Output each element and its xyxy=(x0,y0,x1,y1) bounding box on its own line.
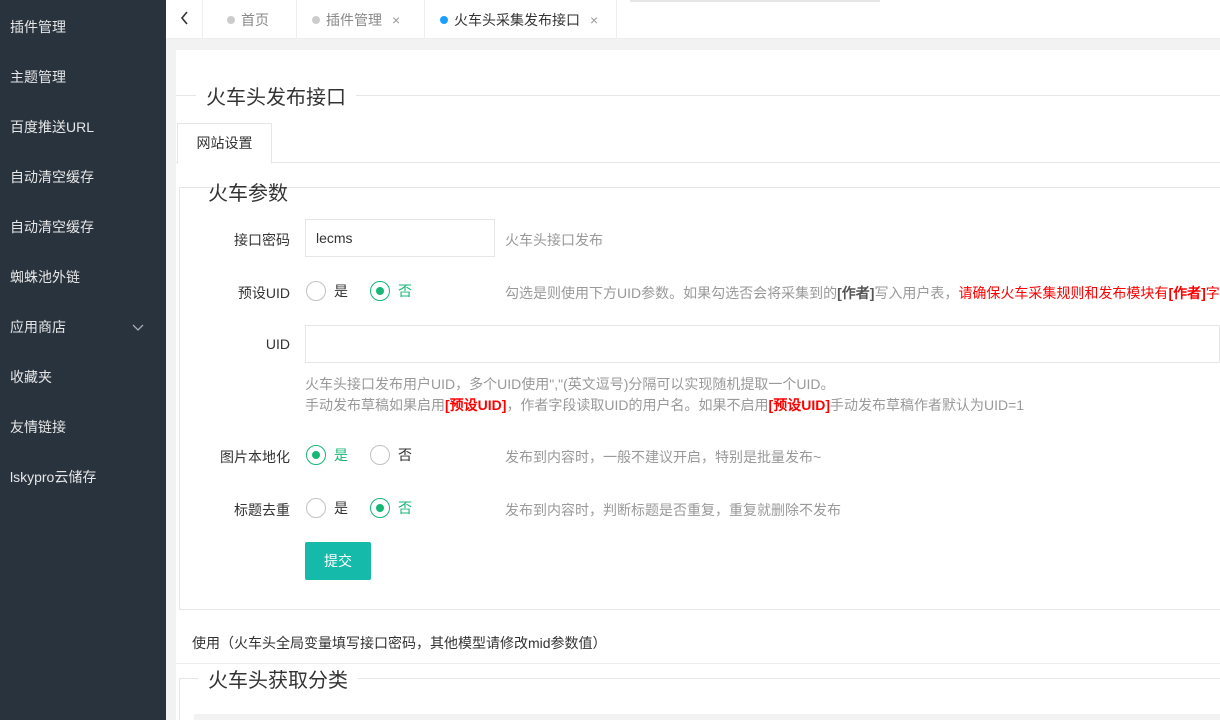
tab-list: 首页 插件管理 × 火车头采集发布接口 × xyxy=(203,0,617,39)
radio-circle xyxy=(306,498,326,518)
image-local-label: 图片本地化 xyxy=(220,449,290,465)
preset-uid-radio-no[interactable]: 否 xyxy=(370,281,412,301)
sidebar-item-label: 收藏夹 xyxy=(10,369,52,385)
sidebar-item-friend-links[interactable]: 友情链接 xyxy=(0,402,166,452)
title-dedup-radio-no[interactable]: 否 xyxy=(370,498,412,518)
image-local-hint: 发布到内容时，一般不建议开启，特别是批量发布~ xyxy=(505,449,822,465)
tab-home[interactable]: 首页 xyxy=(203,0,297,39)
sidebar-item-spider-pool[interactable]: 蜘蛛池外链 xyxy=(0,252,166,302)
tab-label: 火车头采集发布接口 xyxy=(454,11,580,28)
sidebar-item-label: 友情链接 xyxy=(10,419,66,435)
chevron-down-icon xyxy=(132,302,144,352)
radio-label: 是 xyxy=(334,447,348,463)
radio-circle xyxy=(306,281,326,301)
title-dedup-label: 标题去重 xyxy=(234,502,290,518)
tab-back-button[interactable] xyxy=(166,0,203,39)
uid-input[interactable] xyxy=(305,325,1220,363)
tab-locomotive-publish[interactable]: 火车头采集发布接口 × xyxy=(425,0,617,39)
sidebar: 插件管理 主题管理 百度推送URL 自动清空缓存 自动清空缓存 蜘蛛池外链 应用… xyxy=(0,0,166,720)
radio-circle xyxy=(370,281,390,301)
radio-label: 否 xyxy=(398,500,412,516)
radio-circle xyxy=(306,445,326,465)
tab-label: 首页 xyxy=(241,11,269,28)
sidebar-item-label: 插件管理 xyxy=(10,19,66,35)
section-legend: 火车参数 xyxy=(198,177,1220,206)
sidebar-item-plugin-manage[interactable]: 插件管理 xyxy=(0,0,166,52)
image-local-radio-yes[interactable]: 是 xyxy=(306,445,348,465)
section-title: 火车参数 xyxy=(208,183,288,205)
sidebar-item-label: 应用商店 xyxy=(10,319,66,335)
sidebar-item-label: 自动清空缓存 xyxy=(10,169,94,185)
tab-dot xyxy=(227,15,235,24)
section2-legend: 火车头获取分类 xyxy=(198,664,1220,693)
sidebar-item-baidu-push[interactable]: 百度推送URL xyxy=(0,102,166,152)
sidebar-item-theme-manage[interactable]: 主题管理 xyxy=(0,52,166,102)
password-input[interactable] xyxy=(305,219,495,257)
radio-label: 是 xyxy=(334,283,348,299)
page-title: 火车头发布接口 xyxy=(206,87,346,109)
radio-label: 否 xyxy=(398,447,412,463)
uid-help-line2: 手动发布草稿如果启用[预设UID]，作者字段读取UID的用户名。如果不启用[预设… xyxy=(305,397,1025,413)
tab-label: 插件管理 xyxy=(326,11,382,28)
sidebar-item-label: lskypro云储存 xyxy=(10,469,97,485)
sidebar-item-label: 百度推送URL xyxy=(10,119,95,135)
tab-site-settings[interactable]: 网站设置 xyxy=(177,123,272,164)
tab-dot xyxy=(440,15,448,24)
sidebar-item-label: 自动清空缓存 xyxy=(10,219,94,235)
usage-note: 使用（火车头全局变量填写接口密码，其他模型请修改mid参数值） xyxy=(192,635,607,651)
image-local-radio-no[interactable]: 否 xyxy=(370,445,412,465)
title-dedup-hint: 发布到内容时，判断标题是否重复，重复就删除不发布 xyxy=(505,502,841,518)
close-icon[interactable]: × xyxy=(590,12,598,28)
code-block xyxy=(194,714,1220,720)
sidebar-item-label: 主题管理 xyxy=(10,69,66,85)
radio-circle xyxy=(370,445,390,465)
uid-help-line1: 火车头接口发布用户UID，多个UID使用","(英文逗号)分隔可以实现随机提取一… xyxy=(305,376,835,392)
sidebar-item-label: 蜘蛛池外链 xyxy=(10,269,80,285)
submit-button[interactable]: 提交 xyxy=(305,542,371,580)
chevron-left-icon xyxy=(180,11,189,28)
title-dedup-radio-yes[interactable]: 是 xyxy=(306,498,348,518)
tab-scroll-indicator xyxy=(630,0,880,2)
close-icon[interactable]: × xyxy=(392,12,400,28)
radio-label: 是 xyxy=(334,500,348,516)
password-hint: 火车头接口发布 xyxy=(505,232,603,248)
page-title-legend: 火车头发布接口 xyxy=(176,81,1220,110)
uid-label: UID xyxy=(265,336,290,352)
sidebar-item-auto-clear-cache-2[interactable]: 自动清空缓存 xyxy=(0,202,166,252)
sidebar-item-app-store[interactable]: 应用商店 xyxy=(0,302,166,352)
tab-dot xyxy=(312,15,320,24)
sidebar-item-auto-clear-cache[interactable]: 自动清空缓存 xyxy=(0,152,166,202)
password-label: 接口密码 xyxy=(234,232,290,248)
preset-uid-label: 预设UID xyxy=(237,285,290,301)
radio-label: 否 xyxy=(398,283,412,299)
radio-circle xyxy=(370,498,390,518)
main-panel: 火车头发布接口 网站设置 火车参数 接口密码 火车头接口发布 预设UID 是 否… xyxy=(176,50,1220,720)
section2-title: 火车头获取分类 xyxy=(198,664,358,693)
tab-plugin-manage[interactable]: 插件管理 × xyxy=(297,0,425,39)
tab-bar: 首页 插件管理 × 火车头采集发布接口 × xyxy=(166,0,1220,39)
preset-uid-radio-yes[interactable]: 是 xyxy=(306,281,348,301)
settings-tab-bar: 网站设置 xyxy=(176,123,1220,164)
sidebar-item-lskypro-storage[interactable]: lskypro云储存 xyxy=(0,452,166,502)
preset-uid-hint: 勾选是则使用下方UID参数。如果勾选否会将采集到的[作者]写入用户表，请确保火车… xyxy=(505,285,1220,301)
sidebar-item-favorites[interactable]: 收藏夹 xyxy=(0,352,166,402)
